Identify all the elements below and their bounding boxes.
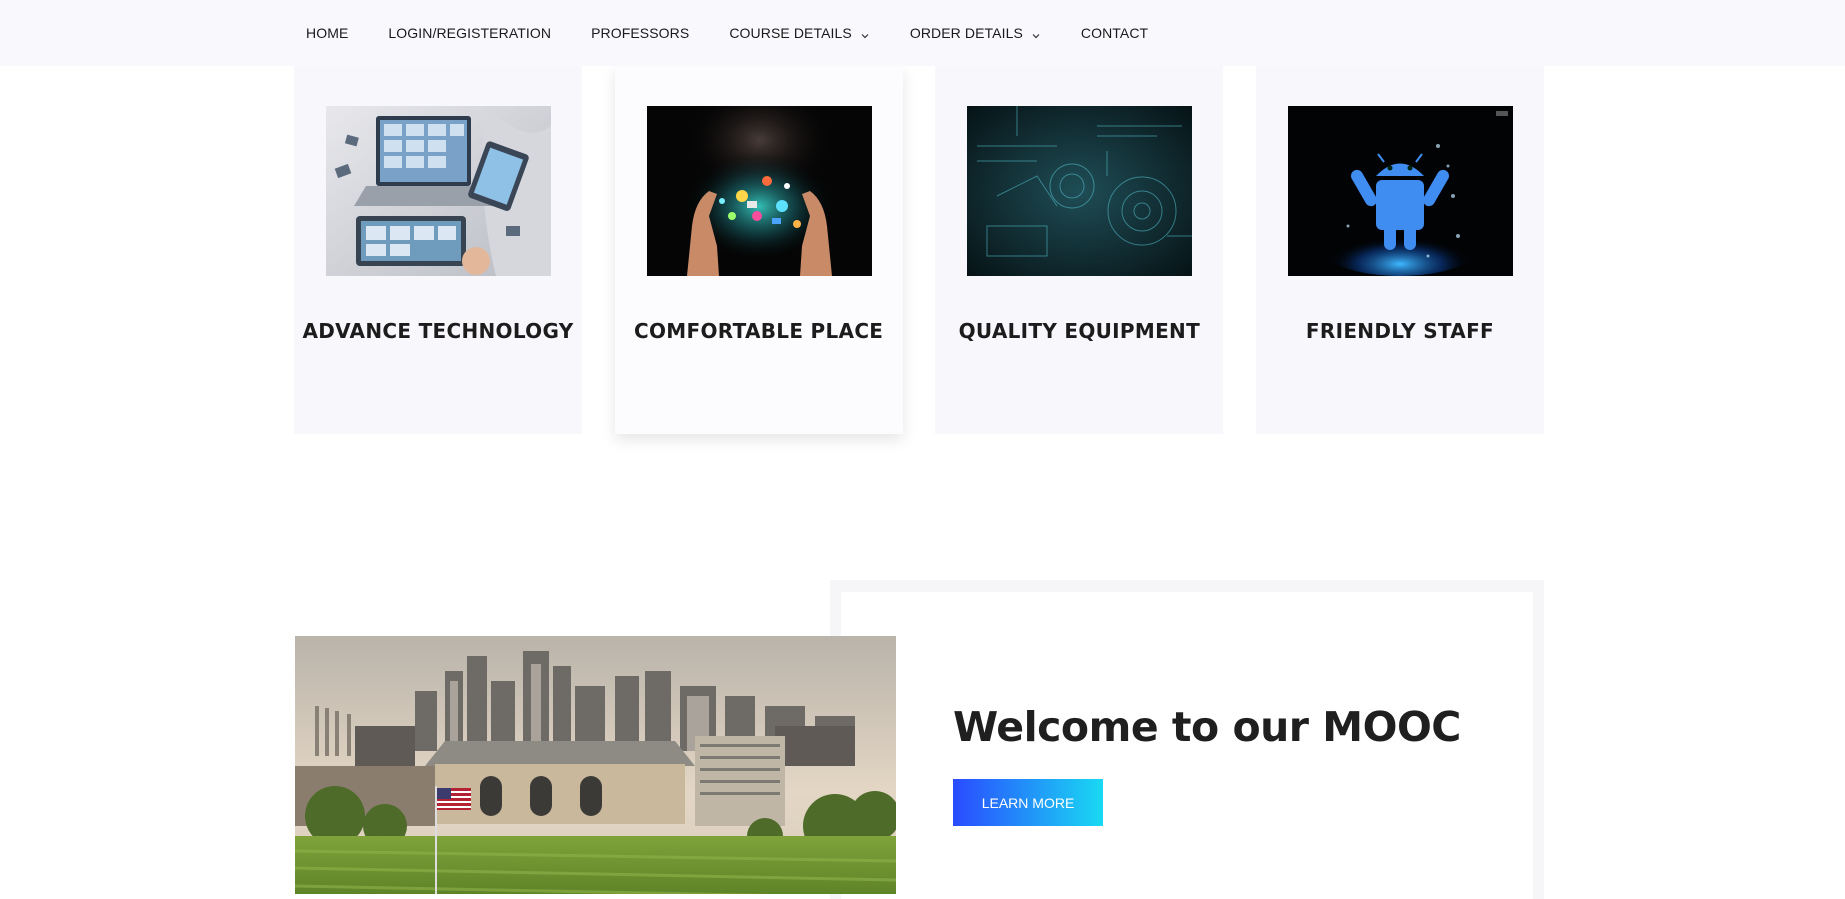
blueprint-image: [967, 106, 1193, 276]
feature-card-quality-equipment[interactable]: QUALITY EQUIPMENT: [935, 66, 1224, 434]
nav-item-label: LOGIN/REGISTERATION: [388, 25, 552, 41]
learn-more-button[interactable]: LEARN MORE: [953, 779, 1103, 826]
welcome-title: Welcome to our MOOC: [953, 703, 1461, 751]
nav-menu: HOME LOGIN/REGISTERATION PROFESSORS COUR…: [306, 0, 1188, 66]
android-splash-image: [1287, 106, 1513, 276]
top-navbar: HOME LOGIN/REGISTERATION PROFESSORS COUR…: [0, 0, 1845, 66]
feature-cards: ADVANCE TECHNOLOGY COMFORTABLE PLACE QUA…: [294, 66, 1544, 434]
nav-item-professors[interactable]: PROFESSORS: [591, 25, 689, 41]
nav-item-label: PROFESSORS: [591, 25, 690, 41]
chevron-down-icon: [860, 28, 870, 39]
nav-item-contact[interactable]: CONTACT: [1081, 25, 1148, 41]
feature-card-advance-technology[interactable]: ADVANCE TECHNOLOGY: [294, 66, 582, 434]
feature-title: QUALITY EQUIPMENT: [958, 319, 1201, 343]
nav-item-home[interactable]: HOME: [306, 25, 348, 41]
feature-card-friendly-staff[interactable]: FRIENDLY STAFF: [1255, 66, 1544, 434]
laptop-devices-image: [326, 106, 551, 276]
nav-item-order-details[interactable]: ORDER DETAILS: [910, 25, 1041, 41]
feature-title: FRIENDLY STAFF: [1305, 319, 1494, 343]
hands-tech-image: [646, 106, 872, 276]
city-skyline-image: [295, 636, 896, 894]
nav-item-login-registeration[interactable]: LOGIN/REGISTERATION: [388, 25, 551, 41]
feature-title: ADVANCE TECHNOLOGY: [302, 319, 574, 343]
nav-item-label: ORDER DETAILS: [909, 25, 1023, 41]
feature-card-comfortable-place[interactable]: COMFORTABLE PLACE: [614, 66, 903, 434]
nav-item-label: COURSE DETAILS: [729, 25, 852, 41]
nav-item-label: CONTACT: [1080, 25, 1149, 41]
nav-item-course-details[interactable]: COURSE DETAILS: [729, 25, 870, 41]
nav-item-label: HOME: [306, 25, 349, 41]
feature-title: COMFORTABLE PLACE: [634, 319, 884, 343]
chevron-down-icon: [1031, 28, 1041, 39]
